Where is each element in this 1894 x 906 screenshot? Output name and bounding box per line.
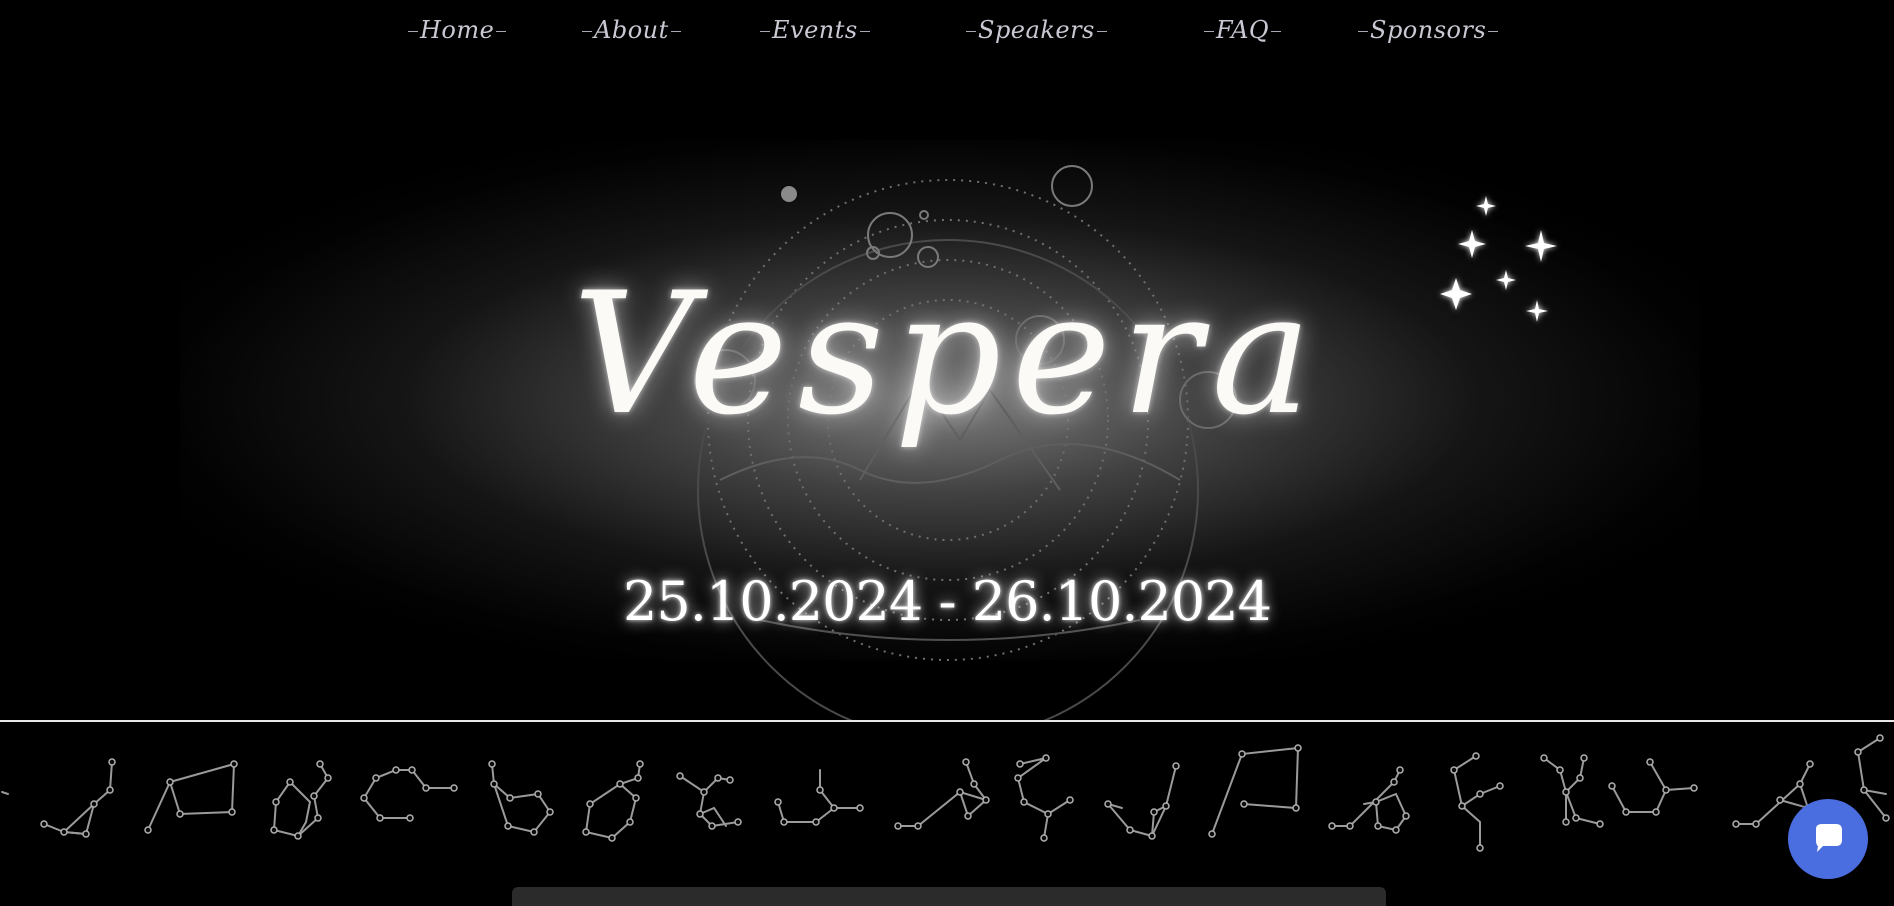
nav-about-link[interactable]: About	[580, 8, 683, 52]
event-dates: 25.10.2024 - 26.10.2024	[623, 570, 1272, 633]
nav-speakers-link[interactable]: Speakers	[964, 8, 1109, 52]
nav-events-link[interactable]: Events	[758, 8, 872, 52]
nav-home-link[interactable]: Home	[406, 8, 508, 52]
chat-bubble-icon	[1816, 824, 1842, 852]
nav-faq-link[interactable]: FAQ	[1202, 8, 1283, 52]
nav-sponsors-link[interactable]: Sponsors	[1356, 8, 1500, 52]
constellation-icons	[1, 734, 1890, 852]
event-title: Vespera	[572, 256, 1322, 452]
constellation-strip	[0, 722, 1894, 882]
chat-button[interactable]	[1788, 799, 1868, 879]
hero-section: Vespera 25.10.2024 - 26.10.2024	[0, 60, 1894, 720]
content-card-top	[512, 887, 1386, 906]
top-navigation: Home About Events Speakers FAQ Sponsors	[0, 8, 1894, 52]
